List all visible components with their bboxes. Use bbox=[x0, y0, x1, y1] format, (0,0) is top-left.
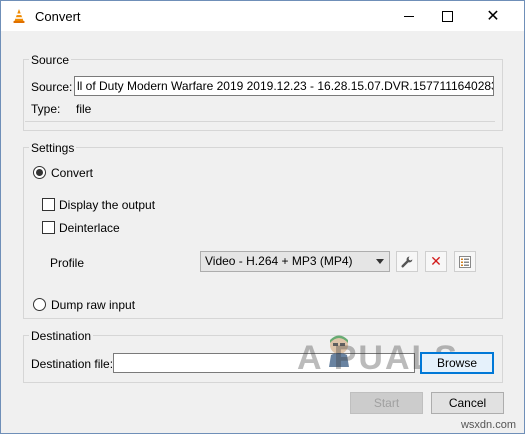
dump-raw-radio[interactable] bbox=[33, 298, 46, 311]
destination-group-label: Destination bbox=[29, 329, 94, 343]
close-button[interactable]: ✕ bbox=[470, 1, 516, 31]
wrench-icon bbox=[401, 256, 413, 267]
close-icon: ✕ bbox=[486, 6, 500, 25]
browse-button[interactable]: Browse bbox=[420, 352, 494, 374]
source-group-label: Source bbox=[29, 53, 72, 67]
delete-profile-button[interactable]: ✕ bbox=[425, 251, 447, 272]
maximize-icon bbox=[441, 10, 453, 22]
vlc-cone-icon bbox=[13, 9, 25, 23]
list-icon bbox=[459, 255, 471, 268]
edit-profile-button[interactable] bbox=[396, 251, 418, 272]
window-title: Convert bbox=[35, 9, 81, 24]
radio-selected-dot bbox=[36, 169, 43, 176]
type-value: file bbox=[76, 102, 92, 116]
red-x-icon: ✕ bbox=[430, 253, 442, 270]
site-watermark: wsxdn.com bbox=[460, 419, 516, 431]
source-divider bbox=[25, 121, 495, 122]
profile-label: Profile bbox=[50, 256, 85, 270]
cancel-button[interactable]: Cancel bbox=[431, 392, 504, 414]
new-profile-button[interactable] bbox=[454, 251, 476, 272]
convert-dialog: Convert ✕ Source Source: ll of Duty Mode… bbox=[0, 0, 525, 434]
display-output-checkbox[interactable] bbox=[42, 198, 55, 211]
deinterlace-checkbox[interactable] bbox=[42, 221, 55, 234]
source-label: Source: bbox=[31, 80, 73, 94]
chevron-down-icon bbox=[376, 259, 384, 264]
minimize-icon bbox=[404, 15, 414, 17]
title-bar[interactable]: Convert ✕ bbox=[1, 1, 524, 31]
dump-raw-label[interactable]: Dump raw input bbox=[51, 298, 135, 312]
profile-select[interactable]: Video - H.264 + MP3 (MP4) bbox=[200, 251, 390, 272]
display-output-label[interactable]: Display the output bbox=[59, 198, 155, 212]
source-field[interactable]: ll of Duty Modern Warfare 2019 2019.12.2… bbox=[74, 76, 494, 96]
deinterlace-label[interactable]: Deinterlace bbox=[59, 221, 120, 235]
start-button[interactable]: Start bbox=[350, 392, 423, 414]
convert-radio[interactable] bbox=[33, 166, 46, 179]
maximize-button[interactable] bbox=[424, 1, 470, 31]
profile-select-value: Video - H.264 + MP3 (MP4) bbox=[205, 254, 353, 268]
convert-label[interactable]: Convert bbox=[51, 166, 93, 180]
destination-file-label: Destination file: bbox=[31, 357, 114, 371]
type-label: Type: bbox=[31, 102, 61, 116]
settings-group-label: Settings bbox=[29, 141, 77, 155]
